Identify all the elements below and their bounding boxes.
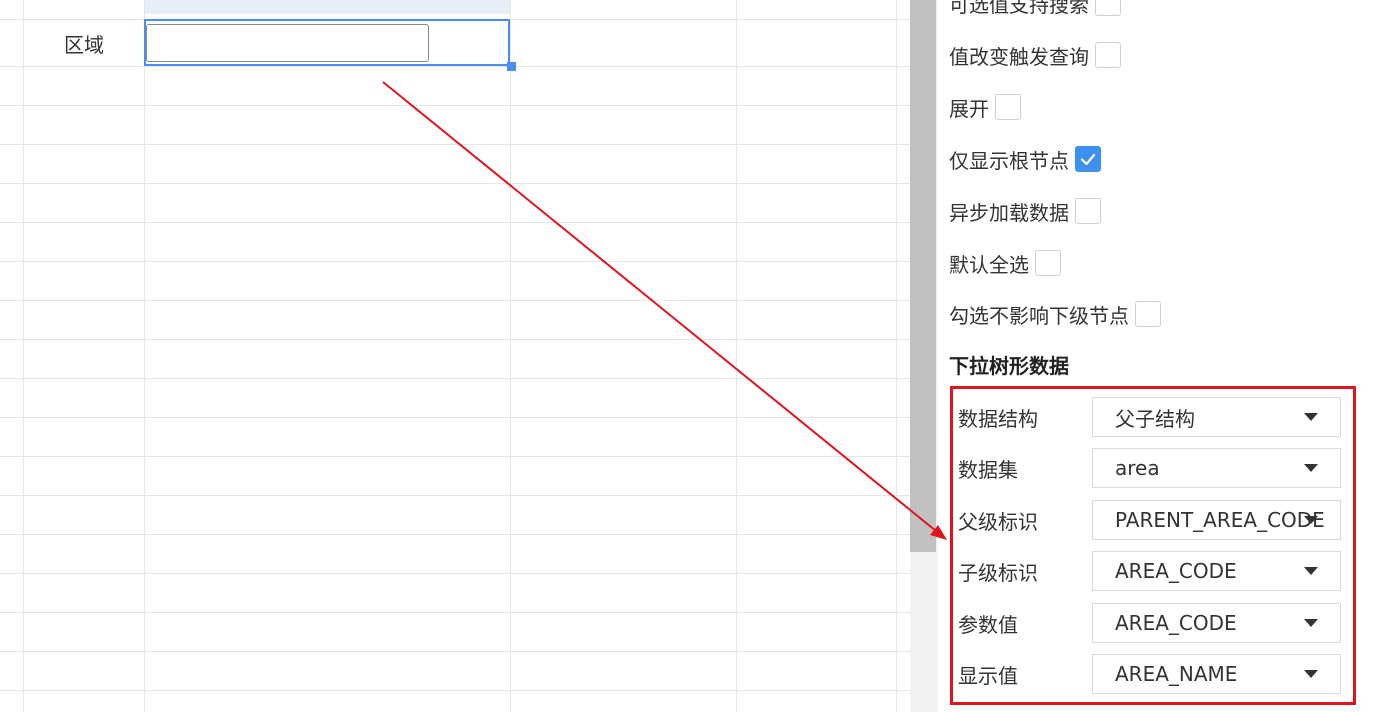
property-label: 仅显示根节点 <box>949 148 1069 173</box>
property-row-root-only[interactable]: 仅显示根节点 <box>949 144 1101 174</box>
select-value: area <box>1115 456 1160 480</box>
field-row-dataset: 数据集 area <box>958 448 1348 488</box>
dataset-select[interactable]: area <box>1092 448 1341 488</box>
grid-row-line <box>0 66 910 67</box>
field-label: 父级标识 <box>958 509 1038 534</box>
checkbox[interactable] <box>1075 198 1101 224</box>
checkbox[interactable] <box>1095 0 1121 16</box>
grid-row-line <box>0 144 910 145</box>
caret-down-icon <box>1304 567 1318 575</box>
select-value: 父子结构 <box>1115 406 1195 431</box>
field-row-data-structure: 数据结构 父子结构 <box>958 397 1348 437</box>
selected-column-header-highlight <box>145 0 511 14</box>
grid-row-line <box>0 612 910 613</box>
property-row-searchable[interactable]: 可选值支持搜索 <box>949 0 1121 18</box>
property-label: 异步加载数据 <box>949 200 1069 225</box>
property-label: 勾选不影响下级节点 <box>949 303 1129 328</box>
grid-column-line <box>736 0 737 712</box>
property-label: 展开 <box>949 96 989 121</box>
grid-row-line <box>0 417 910 418</box>
caret-down-icon <box>1304 516 1318 524</box>
field-row-display-value: 显示值 AREA_NAME <box>958 654 1348 694</box>
cell-fill-handle[interactable] <box>507 62 516 71</box>
child-id-select[interactable]: AREA_CODE <box>1092 551 1341 591</box>
parent-id-select[interactable]: PARENT_AREA_CODE <box>1092 500 1341 540</box>
grid-row-line <box>0 651 910 652</box>
select-value: PARENT_AREA_CODE <box>1115 508 1325 532</box>
grid-column-line <box>23 0 24 712</box>
grid-column-line <box>896 0 897 712</box>
checkbox[interactable] <box>995 94 1021 120</box>
grid-row-line <box>0 495 910 496</box>
field-label: 显示值 <box>958 663 1018 688</box>
grid-row-line <box>0 222 910 223</box>
property-label: 默认全选 <box>949 252 1029 277</box>
field-row-parent-id: 父级标识 PARENT_AREA_CODE <box>958 500 1348 540</box>
caret-down-icon <box>1304 619 1318 627</box>
checkbox[interactable] <box>1135 301 1161 327</box>
spreadsheet-grid[interactable]: 区域 <box>0 0 910 712</box>
grid-row-line <box>0 378 910 379</box>
widget-properties-panel: 可选值支持搜索 值改变触发查询 展开 仅显示根节点 异步加载数据 默认全选 勾选… <box>938 0 1388 712</box>
grid-row-line <box>0 573 910 574</box>
select-value: AREA_CODE <box>1115 611 1237 635</box>
property-row-expand[interactable]: 展开 <box>949 92 1021 122</box>
field-label: 数据集 <box>958 457 1018 482</box>
caret-down-icon <box>1304 670 1318 678</box>
app-root: 区域 可选值支持搜索 值改变触发查询 展开 仅显示根节点 异步加载数据 默认全选… <box>0 0 1388 712</box>
data-structure-select[interactable]: 父子结构 <box>1092 397 1341 437</box>
field-label: 数据结构 <box>958 406 1038 431</box>
property-row-select-all[interactable]: 默认全选 <box>949 248 1061 278</box>
display-value-select[interactable]: AREA_NAME <box>1092 654 1341 694</box>
property-row-async-load[interactable]: 异步加载数据 <box>949 196 1101 226</box>
field-row-child-id: 子级标识 AREA_CODE <box>958 551 1348 591</box>
property-label: 值改变触发查询 <box>949 44 1089 69</box>
tree-data-settings-highlight: 数据结构 父子结构 数据集 area 父级标识 PARENT_AREA_CODE <box>950 386 1356 705</box>
grid-column-line <box>144 0 145 712</box>
grid-row-line <box>0 105 910 106</box>
param-value-select[interactable]: AREA_CODE <box>1092 603 1341 643</box>
grid-row-line <box>0 300 910 301</box>
grid-row-line <box>0 339 910 340</box>
checkbox[interactable] <box>1095 42 1121 68</box>
tree-dropdown-widget-input[interactable] <box>146 24 429 62</box>
select-value: AREA_NAME <box>1115 662 1238 686</box>
caret-down-icon <box>1304 464 1318 472</box>
grid-row-line <box>0 183 910 184</box>
grid-row-line <box>0 456 910 457</box>
field-row-param-value: 参数值 AREA_CODE <box>958 603 1348 643</box>
field-label: 子级标识 <box>958 560 1038 585</box>
grid-column-line <box>510 0 511 712</box>
property-label: 可选值支持搜索 <box>949 0 1089 17</box>
property-row-independent-check[interactable]: 勾选不影响下级节点 <box>949 299 1161 329</box>
grid-row-line <box>0 261 910 262</box>
property-row-trigger-query[interactable]: 值改变触发查询 <box>949 40 1121 70</box>
check-icon <box>1080 153 1096 166</box>
grid-row-line <box>0 534 910 535</box>
cell-region-label[interactable]: 区域 <box>24 20 144 66</box>
select-value: AREA_CODE <box>1115 559 1237 583</box>
caret-down-icon <box>1304 413 1318 421</box>
field-label: 参数值 <box>958 612 1018 637</box>
section-title-tree-data: 下拉树形数据 <box>949 354 1069 378</box>
checkbox-checked[interactable] <box>1075 146 1101 172</box>
vertical-scrollbar-thumb[interactable] <box>910 0 936 552</box>
checkbox[interactable] <box>1035 250 1061 276</box>
grid-row-line <box>0 690 910 691</box>
